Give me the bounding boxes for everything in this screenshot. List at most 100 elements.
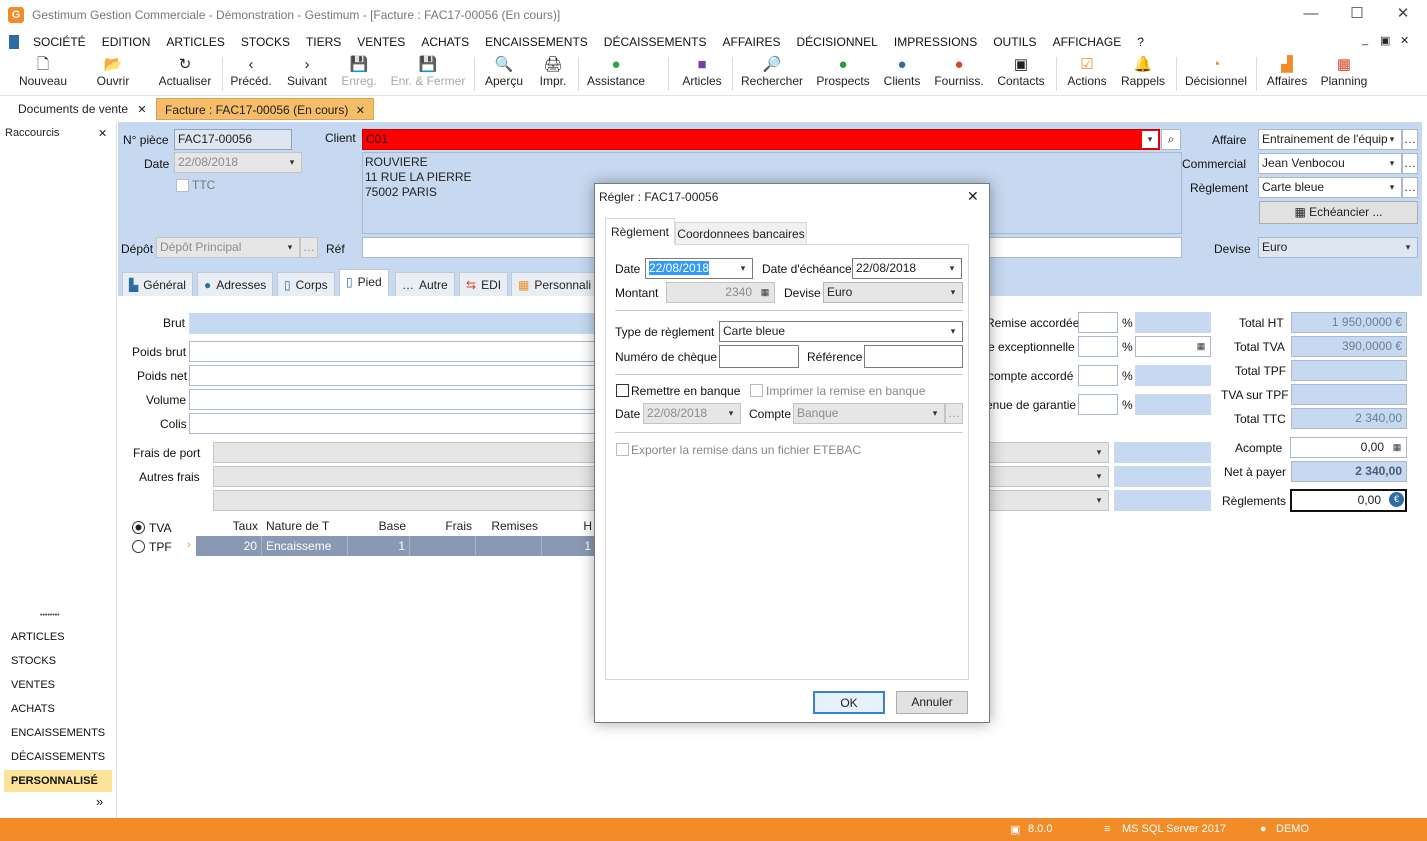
tab-adresses[interactable]: ● Adresses (197, 272, 274, 296)
piece-field[interactable]: FAC17-00056 (174, 129, 292, 150)
menu-outils[interactable]: OUTILS (985, 35, 1044, 49)
autres-frais-amount[interactable] (1114, 466, 1211, 487)
grid-cell-nature[interactable]: Encaisseme (262, 536, 348, 556)
grid-header-base[interactable]: Base (348, 517, 410, 535)
actions-button[interactable]: ☑ Actions (1064, 55, 1110, 95)
echeancier-button[interactable]: ▦ Echéancier ... (1259, 201, 1418, 224)
dialog-close-button[interactable]: ✕ (967, 188, 979, 205)
echeance-field[interactable]: 22/08/2018 ▾ (852, 258, 962, 279)
sidebar-item-stocks[interactable]: STOCKS (4, 650, 112, 672)
depot-more-button[interactable]: … (300, 237, 318, 258)
new-button[interactable]: 🗋 Nouveau (14, 55, 72, 95)
affaire-field[interactable]: Entrainement de l'équip ▾ (1258, 129, 1402, 150)
chevron-down-icon[interactable]: ▾ (1091, 468, 1107, 485)
print-button[interactable]: 🖨 Impr. (534, 55, 572, 95)
client-field[interactable]: C01 ▾ (362, 129, 1160, 150)
mdi-restore-button[interactable]: ▣ (1380, 34, 1390, 47)
escompte-amount[interactable] (1135, 365, 1211, 386)
search-button[interactable]: 🔎 Rechercher (740, 55, 804, 95)
menu-edition[interactable]: EDITION (94, 35, 159, 49)
chevron-down-icon[interactable]: ▾ (944, 260, 960, 277)
menu-decisionnel[interactable]: DÉCISIONNEL (789, 35, 886, 49)
prospects-button[interactable]: ● Prospects (814, 55, 872, 95)
chevron-down-icon[interactable]: ▾ (945, 284, 961, 301)
tab-pied[interactable]: ▯ Pied (339, 269, 389, 296)
sidebar-item-personnalise[interactable]: PERSONNALISÉ (4, 770, 112, 792)
chevron-down-icon[interactable]: ▾ (927, 405, 943, 422)
grid-header-frais[interactable]: Frais (410, 517, 476, 535)
tab-corps[interactable]: ▯ Corps (277, 272, 335, 296)
reglement-field[interactable]: Carte bleue ▾ (1258, 177, 1402, 198)
preview-button[interactable]: 🔍 Aperçu (482, 55, 526, 95)
calculator-icon[interactable]: ▦ (1193, 338, 1209, 355)
sidebar-splitter[interactable]: •••••••• (40, 612, 60, 619)
chevron-down-icon[interactable]: ▾ (723, 405, 739, 422)
colis-field[interactable] (189, 413, 599, 434)
tab-coordonnees-bancaires[interactable]: Coordonnees bancaires (675, 222, 807, 245)
tab-reglement[interactable]: Règlement (605, 218, 675, 245)
chevron-down-icon[interactable]: ▾ (1091, 444, 1107, 461)
menu-decaissements[interactable]: DÉCAISSEMENTS (596, 35, 715, 49)
compte-more-button[interactable]: … (945, 403, 963, 424)
maximize-button[interactable]: ☐ (1334, 0, 1380, 29)
close-icon[interactable]: ✕ (137, 104, 146, 116)
save-button[interactable]: 💾 Enreg. (338, 55, 380, 95)
sidebar-item-ventes[interactable]: VENTES (4, 674, 112, 696)
remise-exceptionnelle-field[interactable] (1078, 336, 1118, 357)
menu-societe[interactable]: SOCIÉTÉ (25, 35, 94, 49)
grid-header-remises[interactable]: Remises (476, 517, 542, 535)
exporter-etebac-checkbox[interactable] (616, 443, 629, 456)
brut-field[interactable] (189, 313, 599, 334)
clients-button[interactable]: ● Clients (880, 55, 924, 95)
next-button[interactable]: › Suivant (284, 55, 330, 95)
dialog-devise-field[interactable]: Euro ▾ (823, 282, 963, 303)
remise-accordee-amount[interactable] (1135, 312, 1211, 333)
affaire-more-button[interactable]: … (1402, 129, 1418, 150)
menu-affichage[interactable]: AFFICHAGE (1045, 35, 1130, 49)
sidebar-item-achats[interactable]: ACHATS (4, 698, 112, 720)
remise-date-field[interactable]: 22/08/2018 ▾ (643, 403, 741, 424)
chevron-down-icon[interactable]: ▾ (1384, 131, 1400, 148)
ok-button[interactable]: OK (813, 691, 885, 714)
minimize-button[interactable]: — (1288, 0, 1334, 29)
remettre-banque-checkbox[interactable] (616, 384, 629, 397)
sidebar-close-button[interactable]: ✕ (98, 127, 107, 140)
reference-field[interactable] (864, 345, 963, 368)
reglements-field[interactable]: 0,00 € (1290, 489, 1407, 512)
contacts-button[interactable]: ▣ Contacts (996, 55, 1046, 95)
menu-achats[interactable]: ACHATS (413, 35, 477, 49)
chevron-down-icon[interactable]: ▾ (1384, 155, 1400, 172)
menu-encaissements[interactable]: ENCAISSEMENTS (477, 35, 596, 49)
calculator-icon[interactable]: ▦ (757, 284, 773, 301)
close-window-button[interactable]: ✕ (1380, 0, 1426, 29)
numero-cheque-field[interactable] (719, 345, 799, 368)
sidebar-more-button[interactable]: » (96, 794, 103, 809)
poids-brut-field[interactable] (189, 341, 599, 362)
assistance-button[interactable]: ● Assistance (584, 55, 648, 95)
acompte-field[interactable]: 0,00 ▦ (1290, 437, 1407, 458)
commercial-field[interactable]: Jean Venbocou ▾ (1258, 153, 1402, 174)
chevron-down-icon[interactable]: ▾ (1400, 239, 1416, 256)
ttc-checkbox[interactable] (176, 179, 189, 192)
menu-affaires[interactable]: AFFAIRES (714, 35, 788, 49)
reglement-more-button[interactable]: … (1402, 177, 1418, 198)
retenue-garantie-field[interactable] (1078, 394, 1118, 415)
grid-cell-base[interactable]: 1 950,0000 (348, 536, 410, 573)
remise-accordee-field[interactable] (1078, 312, 1118, 333)
save-close-button[interactable]: 💾 Enr. & Fermer (388, 55, 468, 95)
close-icon[interactable]: ✕ (356, 105, 365, 117)
date-field[interactable]: 22/08/2018 ▾ (174, 152, 302, 173)
sidebar-item-articles[interactable]: ARTICLES (4, 626, 112, 648)
frais-port-amount[interactable] (1114, 442, 1211, 463)
devise-field[interactable]: Euro ▾ (1258, 237, 1418, 258)
date-picker-icon[interactable]: ▾ (284, 154, 300, 171)
chevron-down-icon[interactable]: ▾ (282, 239, 298, 256)
client-search-button[interactable]: ⌕ (1161, 129, 1181, 150)
chevron-down-icon[interactable]: ▾ (1091, 492, 1107, 509)
autres-frais-amount-2[interactable] (1114, 490, 1211, 511)
menu-tiers[interactable]: TIERS (298, 35, 349, 49)
grid-cell-taux[interactable]: 20 (196, 536, 262, 556)
chevron-down-icon[interactable]: ▾ (945, 323, 961, 340)
menu-ventes[interactable]: VENTES (349, 35, 413, 49)
remise-exceptionnelle-amount[interactable]: ▦ (1135, 336, 1211, 357)
